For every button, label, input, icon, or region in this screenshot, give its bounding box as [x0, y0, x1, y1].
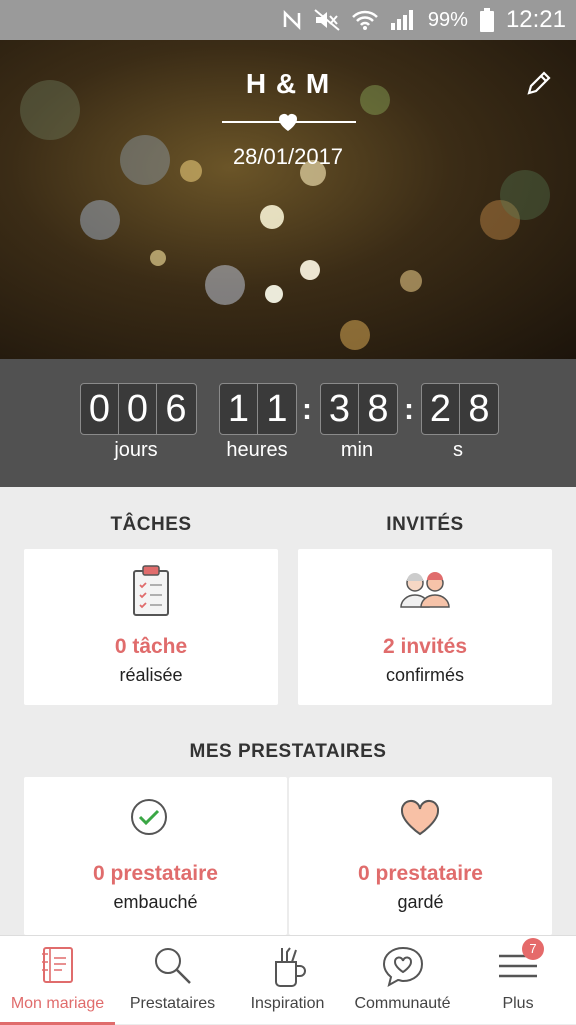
- tasks-card[interactable]: 0 tâche réalisée: [24, 549, 278, 705]
- nav-plus[interactable]: 7 Plus: [460, 936, 576, 1025]
- separator: :: [302, 393, 312, 426]
- seconds-digits: 2 8: [421, 383, 499, 435]
- bokeh-light: [265, 285, 283, 303]
- hired-sub: embauché: [113, 892, 198, 912]
- heart-icon: [279, 114, 297, 131]
- guests-value: 2 invités: [382, 635, 468, 658]
- digit: 8: [468, 388, 490, 430]
- wifi-icon: [352, 9, 378, 31]
- bokeh-light: [400, 270, 422, 292]
- digit: 0: [81, 384, 119, 434]
- clipboard-icon: [133, 565, 169, 616]
- tasks-value: 0 tâche: [114, 635, 188, 658]
- nav-label: Inspiration: [250, 995, 325, 1012]
- digit: 1: [266, 388, 288, 430]
- separator: :: [404, 393, 414, 426]
- bokeh-light: [205, 265, 245, 305]
- saved-sub: gardé: [397, 892, 444, 912]
- status-bar: 99% 12:21: [0, 0, 576, 40]
- hired-vendors-card[interactable]: 0 prestataire embauché: [24, 777, 287, 935]
- bottom-nav: Mon mariage Prestataires Inspiration Com…: [0, 935, 576, 1025]
- digit: 2: [422, 384, 460, 434]
- battery-percent: 99%: [427, 8, 468, 31]
- bokeh-light: [300, 260, 320, 280]
- guests-card[interactable]: 2 invités confirmés: [298, 549, 552, 705]
- chat-heart-icon: [382, 946, 423, 987]
- search-icon: [154, 948, 191, 984]
- battery-icon: [479, 8, 494, 32]
- hired-value: 0 prestataire: [93, 862, 218, 885]
- vendors-title: MES PRESTATAIRES: [189, 741, 387, 762]
- tasks-sub: réalisée: [119, 665, 183, 685]
- days-digits: 0 0 6: [80, 383, 197, 435]
- bokeh-light: [500, 170, 550, 220]
- nav-mon-mariage[interactable]: Mon mariage: [0, 936, 115, 1025]
- wedding-date: 28/01/2017: [232, 144, 344, 169]
- saved-value: 0 prestataire: [358, 862, 483, 885]
- saved-vendors-card[interactable]: 0 prestataire gardé: [289, 777, 552, 935]
- nav-inspiration[interactable]: Inspiration: [230, 936, 345, 1025]
- digit: 0: [119, 384, 157, 434]
- mute-icon: [314, 9, 340, 31]
- days-label: jours: [114, 439, 158, 461]
- nav-label: Plus: [502, 995, 534, 1012]
- brush-cup-icon: [274, 947, 306, 987]
- digit: 1: [220, 384, 258, 434]
- bokeh-light: [260, 205, 284, 229]
- notebook-icon: [41, 947, 73, 983]
- hours-digits: 1 1: [219, 383, 297, 435]
- nfc-icon: [282, 10, 302, 30]
- nav-label: Prestataires: [129, 995, 216, 1012]
- seconds-label: s: [453, 439, 463, 461]
- guests-sub: confirmés: [385, 665, 465, 685]
- checkmark-icon: [131, 799, 167, 835]
- pencil-icon[interactable]: [524, 68, 554, 98]
- bokeh-light: [150, 250, 166, 266]
- bokeh-light: [340, 320, 370, 350]
- heart-icon: [400, 800, 440, 836]
- nav-label: Communauté: [354, 995, 451, 1012]
- notification-badge: 7: [522, 938, 544, 960]
- digit: 6: [165, 388, 187, 430]
- guests-title: INVITÉS: [386, 514, 464, 535]
- digit: 3: [321, 384, 359, 434]
- nav-label: Mon mariage: [10, 995, 105, 1012]
- nav-prestataires[interactable]: Prestataires: [115, 936, 230, 1025]
- countdown: 0 0 6 1 1 : 3 8 : 2 8 jours heures min s: [0, 359, 576, 487]
- guests-icon: [400, 572, 450, 608]
- couple-names: H & M: [245, 68, 331, 99]
- signal-icon: [390, 9, 416, 31]
- minutes-digits: 3 8: [320, 383, 398, 435]
- digit: 8: [367, 388, 389, 430]
- nav-communaute[interactable]: Communauté: [345, 936, 460, 1025]
- clock: 12:21: [505, 6, 566, 33]
- bokeh-light: [80, 200, 120, 240]
- hero-banner: H & M 28/01/2017: [0, 40, 576, 359]
- tasks-title: TÂCHES: [110, 514, 192, 535]
